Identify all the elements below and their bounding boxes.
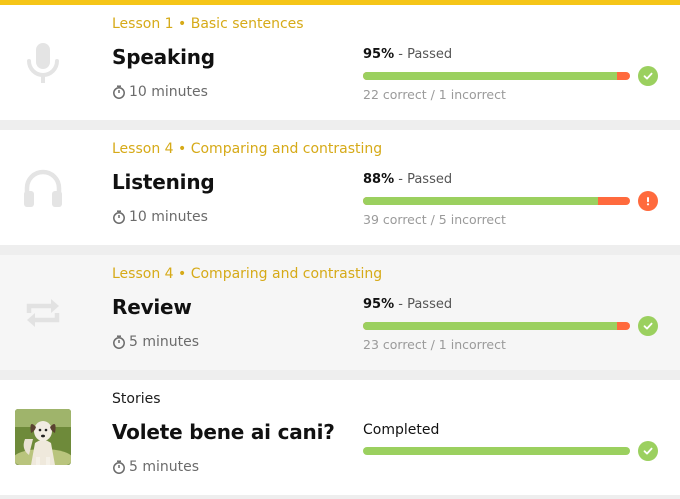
progress-bar [363, 72, 630, 80]
duration-text: 5 minutes [129, 334, 200, 350]
activity-card-speaking[interactable]: Lesson 1 • Basic sentences Speaking 10 m… [0, 5, 680, 120]
headphones-icon [18, 158, 68, 218]
score-percent: 95% [363, 297, 395, 312]
activity-card-review[interactable]: Lesson 4 • Comparing and contrasting Rev… [0, 255, 680, 370]
duration: 10 minutes [112, 84, 208, 100]
duration: 5 minutes [112, 459, 199, 475]
dog-photo [15, 409, 71, 465]
progress-fill [363, 447, 630, 455]
timer-icon [113, 335, 125, 349]
score-percent: 95% [363, 47, 395, 62]
lesson-label: Stories [112, 391, 161, 407]
progress-bar [363, 447, 630, 455]
progress-fill [363, 72, 617, 80]
exclamation-icon [638, 191, 658, 211]
duration-text: 10 minutes [129, 209, 208, 225]
progress-fill [363, 197, 598, 205]
lesson-label: Lesson 4 • Comparing and contrasting [112, 266, 383, 282]
score-status: - Passed [398, 172, 453, 187]
score-percent: 88% [363, 172, 395, 187]
duration: 10 minutes [112, 209, 208, 225]
timer-icon [113, 460, 125, 474]
repeat-icon [18, 283, 68, 343]
check-icon [638, 316, 658, 336]
check-icon [638, 66, 658, 86]
lesson-label: Lesson 4 • Comparing and contrasting [112, 141, 383, 157]
microphone-icon [18, 33, 68, 93]
progress-fill [363, 322, 617, 330]
activity-title: Speaking [112, 45, 215, 69]
activity-title: Listening [112, 170, 215, 194]
answer-counts: 22 correct / 1 incorrect [363, 87, 506, 102]
score-line: 95% - Passed [363, 297, 452, 312]
timer-icon [113, 210, 125, 224]
activity-title: Volete bene ai cani? [112, 420, 335, 444]
score-status: - Passed [398, 47, 453, 62]
progress-bar [363, 322, 630, 330]
completed-status: Completed [363, 422, 440, 438]
score-status: - Passed [398, 297, 453, 312]
duration: 5 minutes [112, 334, 199, 350]
activity-title: Review [112, 295, 192, 319]
timer-icon [113, 85, 125, 99]
answer-counts: 39 correct / 5 incorrect [363, 212, 506, 227]
progress-bar [363, 197, 630, 205]
activity-card-story[interactable]: Stories Volete bene ai cani? 5 minutes C… [0, 380, 680, 495]
score-line: 88% - Passed [363, 172, 452, 187]
duration-text: 5 minutes [129, 459, 200, 475]
answer-counts: 23 correct / 1 incorrect [363, 337, 506, 352]
activity-card-listening[interactable]: Lesson 4 • Comparing and contrasting Lis… [0, 130, 680, 245]
score-line: 95% - Passed [363, 47, 452, 62]
check-icon [638, 441, 658, 461]
lesson-label: Lesson 1 • Basic sentences [112, 16, 304, 32]
duration-text: 10 minutes [129, 84, 208, 100]
